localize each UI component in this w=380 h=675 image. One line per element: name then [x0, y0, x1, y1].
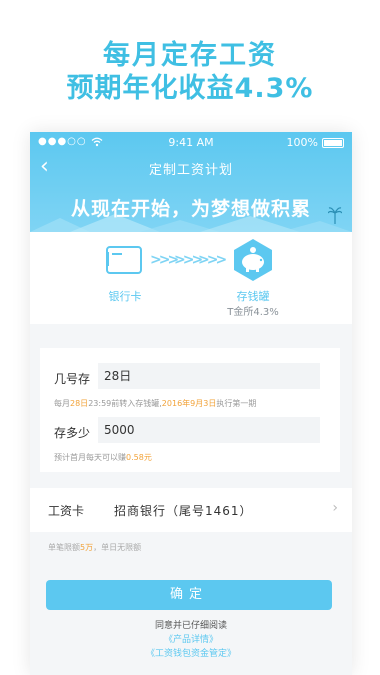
bank-card-label: 银行卡: [108, 290, 142, 303]
product-details-link[interactable]: 《产品详情》: [30, 632, 352, 645]
plan-form: 几号存 28日 每月28日23:59前转入存钱罐,2016年9月3日执行第一期 …: [40, 348, 340, 472]
battery-icon: [322, 137, 344, 148]
salary-card-value: 招商银行（尾号1461）: [114, 504, 253, 518]
day-note: 每月28日23:59前转入存钱罐,2016年9月3日执行第一期: [54, 399, 257, 408]
banner-slogan: 从现在开始，为梦想做积累: [70, 198, 311, 220]
header-banner: ●●●○○ 9:41 AM 100% ‹ 定制工资计划 从现在开始，为梦想做积累: [30, 132, 352, 232]
day-select[interactable]: 28日: [98, 363, 320, 389]
piggy-bank-label: 存钱罐: [236, 290, 270, 303]
nav-bar: ‹ 定制工资计划: [30, 154, 352, 180]
amount-note: 预计首月每天可以赚0.58元: [54, 453, 152, 462]
arrows-icon: >>>: [198, 252, 227, 268]
phone-screen: ●●●○○ 9:41 AM 100% ‹ 定制工资计划 从现在开始，为梦想做积累…: [30, 132, 352, 675]
yield-label: T金所4.3%: [227, 307, 279, 318]
piggy-bank-icon: [234, 239, 272, 281]
palm-tree-icon: [328, 207, 342, 224]
battery-percent: 100%: [286, 136, 318, 149]
agreement-text: 同意并已仔细阅读: [154, 621, 227, 631]
chevron-right-icon: ›: [332, 500, 338, 516]
page-title: 定制工资计划: [148, 163, 233, 178]
amount-input[interactable]: 5000: [98, 417, 320, 443]
promo-header: 每月定存工资 预期年化收益4.3%: [0, 0, 380, 130]
confirm-button[interactable]: 确定: [46, 580, 332, 610]
amount-label: 存多少: [54, 426, 91, 440]
day-label: 几号存: [54, 372, 91, 386]
transfer-flow: >>> >>> >>> 银行卡 存钱罐 T金所4.3%: [30, 232, 352, 324]
fund-management-link[interactable]: 《工资钱包资金管定》: [30, 646, 352, 659]
arrows-icon: >>>: [150, 252, 179, 268]
promo-subheadline: 预期年化收益4.3%: [66, 73, 314, 104]
arrows-icon: >>>: [174, 252, 203, 268]
status-bar: ●●●○○ 9:41 AM 100%: [30, 132, 352, 152]
salary-card-row[interactable]: 工资卡 招商银行（尾号1461） ›: [30, 488, 352, 532]
bank-card-icon: [106, 246, 142, 274]
limit-note: 单笔限额5万，单日无限额: [48, 543, 142, 552]
salary-card-label: 工资卡: [48, 504, 85, 518]
